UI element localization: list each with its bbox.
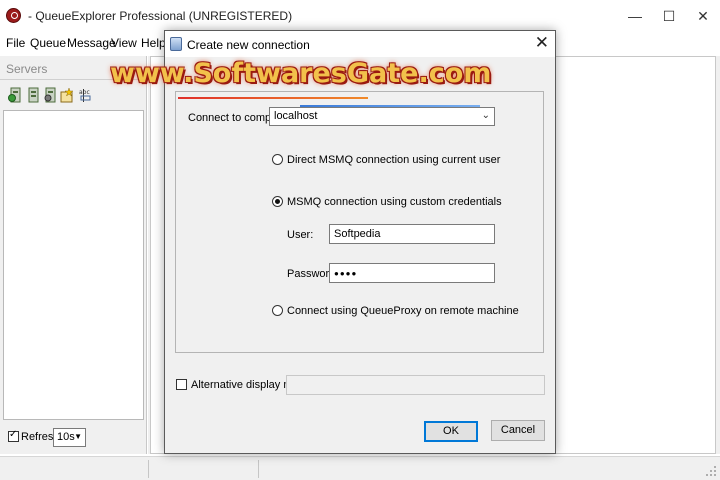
maximize-icon[interactable]: ☐ — [659, 6, 679, 26]
password-input[interactable]: ●●●● — [329, 263, 495, 283]
menu-queue[interactable]: Queue — [30, 36, 66, 50]
minimize-icon[interactable]: — — [625, 6, 645, 26]
servers-tree[interactable] — [3, 110, 144, 420]
server-settings-icon[interactable] — [43, 87, 57, 103]
custom-credentials-label[interactable]: MSMQ connection using custom credentials — [287, 196, 502, 208]
user-label: User: — [287, 229, 314, 241]
direct-msmq-radio[interactable] — [272, 154, 283, 165]
queueproxy-label[interactable]: Connect using QueueProxy on remote machi… — [287, 305, 519, 317]
menu-help[interactable]: Help — [141, 36, 166, 50]
servers-pane: Servers abc Refresh 10s ▼ — [0, 56, 147, 454]
dialog-icon — [170, 37, 182, 51]
computer-value: localhost — [274, 110, 318, 122]
user-value: Softpedia — [334, 228, 381, 240]
ok-button[interactable]: OK — [424, 421, 478, 442]
menu-message[interactable]: Message — [67, 36, 116, 50]
custom-credentials-radio[interactable] — [272, 196, 283, 207]
direct-msmq-label[interactable]: Direct MSMQ connection using current use… — [287, 154, 500, 166]
refresh-bar: Refresh 10s ▼ — [0, 424, 146, 452]
window-title: - QueueExplorer Professional (UNREGISTER… — [28, 9, 293, 23]
servers-header-label: Servers — [6, 62, 48, 76]
password-value: ●●●● — [334, 269, 358, 278]
resize-grip-icon[interactable] — [705, 465, 717, 477]
status-separator — [148, 460, 149, 478]
user-input[interactable]: Softpedia — [329, 224, 495, 244]
watermark-underline — [300, 105, 480, 107]
status-separator — [258, 460, 259, 478]
app-icon — [6, 8, 21, 23]
status-bar — [0, 456, 720, 480]
alt-display-name-checkbox[interactable] — [176, 379, 187, 390]
window-titlebar: - QueueExplorer Professional (UNREGISTER… — [0, 0, 720, 32]
computer-combobox[interactable]: localhost ⌄ — [269, 107, 495, 126]
create-connection-dialog: Create new connection ✕ Connect to compu… — [164, 30, 556, 454]
dialog-titlebar: Create new connection ✕ — [165, 31, 555, 57]
menu-view[interactable]: View — [111, 36, 137, 50]
watermark-underline — [178, 97, 368, 99]
cancel-button[interactable]: Cancel — [491, 420, 545, 441]
rename-icon[interactable]: abc — [78, 87, 92, 103]
close-icon[interactable]: ✕ — [693, 6, 713, 26]
refresh-interval-select[interactable]: 10s ▼ — [53, 428, 86, 447]
alt-display-name-input[interactable] — [286, 375, 545, 395]
refresh-checkbox[interactable] — [8, 429, 19, 442]
new-item-icon[interactable] — [60, 87, 74, 103]
watermark-text: www.SoftwaresGate.com — [110, 58, 492, 89]
close-icon[interactable]: ✕ — [535, 33, 549, 53]
menu-file[interactable]: File — [6, 36, 25, 50]
queueproxy-radio[interactable] — [272, 305, 283, 316]
add-server-icon[interactable] — [8, 87, 22, 103]
server-icon[interactable] — [26, 87, 40, 103]
chevron-down-icon: ▼ — [74, 432, 82, 441]
refresh-interval-value: 10s — [57, 431, 75, 443]
dialog-title: Create new connection — [187, 38, 310, 52]
svg-text:abc: abc — [79, 89, 90, 96]
chevron-down-icon: ⌄ — [481, 110, 490, 121]
